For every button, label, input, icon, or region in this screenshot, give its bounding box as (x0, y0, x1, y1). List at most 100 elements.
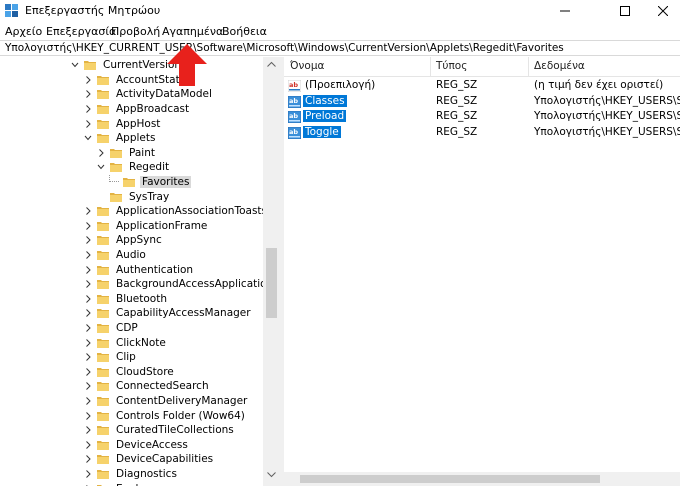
chevron-down-icon[interactable] (96, 162, 106, 172)
folder-icon (97, 119, 109, 129)
scroll-thumb[interactable] (266, 248, 277, 318)
folder-icon (97, 397, 109, 407)
chevron-right-icon[interactable] (83, 104, 93, 114)
minimize-button[interactable] (542, 0, 588, 22)
tree-item[interactable]: Favorites (109, 174, 192, 190)
folder-icon (110, 192, 122, 202)
value-row[interactable]: ab Classes REG_SZ Υπολογιστής\HKEY_USERS\S-… (284, 94, 680, 110)
menu-help[interactable]: Βοήθεια (222, 25, 267, 38)
chevron-right-icon[interactable] (83, 469, 93, 479)
chevron-right-icon[interactable] (83, 367, 93, 377)
folder-icon (97, 367, 109, 377)
chevron-right-icon[interactable] (83, 352, 93, 362)
tree-item[interactable]: BackgroundAccessApplications (83, 277, 280, 292)
tree-item[interactable]: Audio (83, 248, 148, 263)
tree-item[interactable]: AppBroadcast (83, 102, 191, 117)
tree-item[interactable]: ApplicationAssociationToasts (83, 204, 269, 219)
chevron-right-icon[interactable] (83, 235, 93, 245)
folder-icon (97, 382, 109, 392)
chevron-right-icon[interactable] (83, 294, 93, 304)
values-horizontal-scrollbar[interactable] (284, 472, 680, 486)
value-row[interactable]: ab Toggle REG_SZ Υπολογιστής\HKEY_USERS\S-1… (284, 125, 680, 141)
chevron-right-icon[interactable] (83, 206, 93, 216)
folder-icon (97, 221, 109, 231)
folder-icon (97, 426, 109, 436)
menu-edit[interactable]: Επεξεργασία (46, 25, 116, 38)
tree-item[interactable]: AppSync (83, 233, 164, 248)
address-path[interactable]: Υπολογιστής\HKEY_CURRENT_USER\Software\M… (5, 42, 564, 54)
value-data: Υπολογιστής\HKEY_USERS\S-1-5- (534, 125, 680, 138)
chevron-down-icon[interactable] (83, 133, 93, 143)
column-headers: Όνομα Τύπος Δεδομένα (284, 57, 680, 77)
value-row[interactable]: ab (Προεπιλογή) REG_SZ (η τιμή δεν έχει ορι… (284, 79, 680, 94)
close-button[interactable] (640, 0, 680, 22)
tree-item[interactable]: ClickNote (83, 335, 168, 350)
folder-icon (97, 353, 109, 363)
tree-item[interactable]: Explorer (83, 481, 162, 486)
column-separator[interactable] (430, 57, 431, 77)
chevron-right-icon[interactable] (83, 265, 93, 275)
maximize-icon (620, 6, 630, 16)
value-data: (η τιμή δεν έχει οριστεί) (534, 79, 664, 91)
tree-item[interactable]: CapabilityAccessManager (83, 306, 253, 321)
scroll-up-icon[interactable] (267, 61, 276, 67)
folder-icon (97, 309, 109, 319)
address-bar[interactable]: Υπολογιστής\HKEY_CURRENT_USER\Software\M… (0, 40, 680, 56)
tree-item[interactable]: Paint (96, 146, 157, 161)
column-name[interactable]: Όνομα (290, 60, 324, 74)
tree-item[interactable]: ActivityDataModel (83, 87, 214, 102)
tree-item[interactable]: Clip (83, 350, 138, 365)
menu-file[interactable]: Αρχείο (5, 25, 42, 38)
chevron-right-icon[interactable] (83, 411, 93, 421)
column-separator[interactable] (528, 57, 529, 77)
tree-item[interactable]: CDP (83, 321, 140, 336)
folder-icon (123, 178, 135, 188)
tree-item-label: Regedit (129, 161, 170, 174)
folder-icon (97, 470, 109, 480)
chevron-right-icon[interactable] (83, 396, 93, 406)
tree-item[interactable]: Regedit (96, 160, 171, 175)
window-title: Επεξεργαστής Μητρώου (25, 4, 161, 17)
tree-item[interactable]: ConnectedSearch (83, 379, 211, 394)
minimize-icon (560, 10, 570, 12)
tree-item[interactable]: CloudStore (83, 365, 176, 380)
chevron-right-icon[interactable] (83, 75, 93, 85)
chevron-right-icon[interactable] (83, 89, 93, 99)
tree-item[interactable]: AppHost (83, 116, 162, 131)
scroll-down-icon[interactable] (267, 472, 276, 478)
tree-item[interactable]: Authentication (83, 262, 195, 277)
scroll-thumb[interactable] (300, 475, 600, 483)
chevron-down-icon[interactable] (70, 60, 80, 70)
folder-icon (84, 61, 96, 71)
menu-view[interactable]: Προβολή (111, 25, 160, 38)
chevron-right-icon[interactable] (83, 250, 93, 260)
tree-item[interactable]: Applets (83, 131, 157, 146)
chevron-right-icon[interactable] (83, 381, 93, 391)
column-data[interactable]: Δεδομένα (534, 60, 585, 74)
chevron-right-icon[interactable] (83, 119, 93, 129)
tree-item[interactable]: ApplicationFrame (83, 219, 209, 234)
chevron-right-icon[interactable] (83, 338, 93, 348)
chevron-right-icon[interactable] (83, 279, 93, 289)
tree-item[interactable]: Controls Folder (Wow64) (83, 408, 247, 423)
tree-item[interactable]: ContentDeliveryManager (83, 394, 249, 409)
chevron-right-icon[interactable] (83, 323, 93, 333)
menu-favorites[interactable]: Αγαπημένα (162, 25, 223, 38)
chevron-right-icon[interactable] (83, 440, 93, 450)
tree-item[interactable]: DeviceCapabilities (83, 452, 215, 467)
chevron-right-icon[interactable] (83, 308, 93, 318)
tree-item-label: CloudStore (116, 365, 174, 378)
tree-item[interactable]: Diagnostics (83, 467, 179, 482)
tree-item[interactable]: Bluetooth (83, 292, 169, 307)
regedit-icon (5, 4, 18, 17)
chevron-right-icon[interactable] (96, 148, 106, 158)
tree-item[interactable]: DeviceAccess (83, 438, 190, 453)
value-row[interactable]: ab Preload REG_SZ Υπολογιστής\HKEY_USERS\S-… (284, 110, 680, 125)
chevron-right-icon[interactable] (83, 454, 93, 464)
tree-item[interactable]: SysTray (96, 189, 171, 204)
chevron-right-icon[interactable] (83, 221, 93, 231)
tree-vertical-scrollbar[interactable] (263, 57, 280, 486)
column-type[interactable]: Τύπος (436, 60, 467, 74)
tree-item[interactable]: CuratedTileCollections (83, 423, 236, 438)
chevron-right-icon[interactable] (83, 425, 93, 435)
